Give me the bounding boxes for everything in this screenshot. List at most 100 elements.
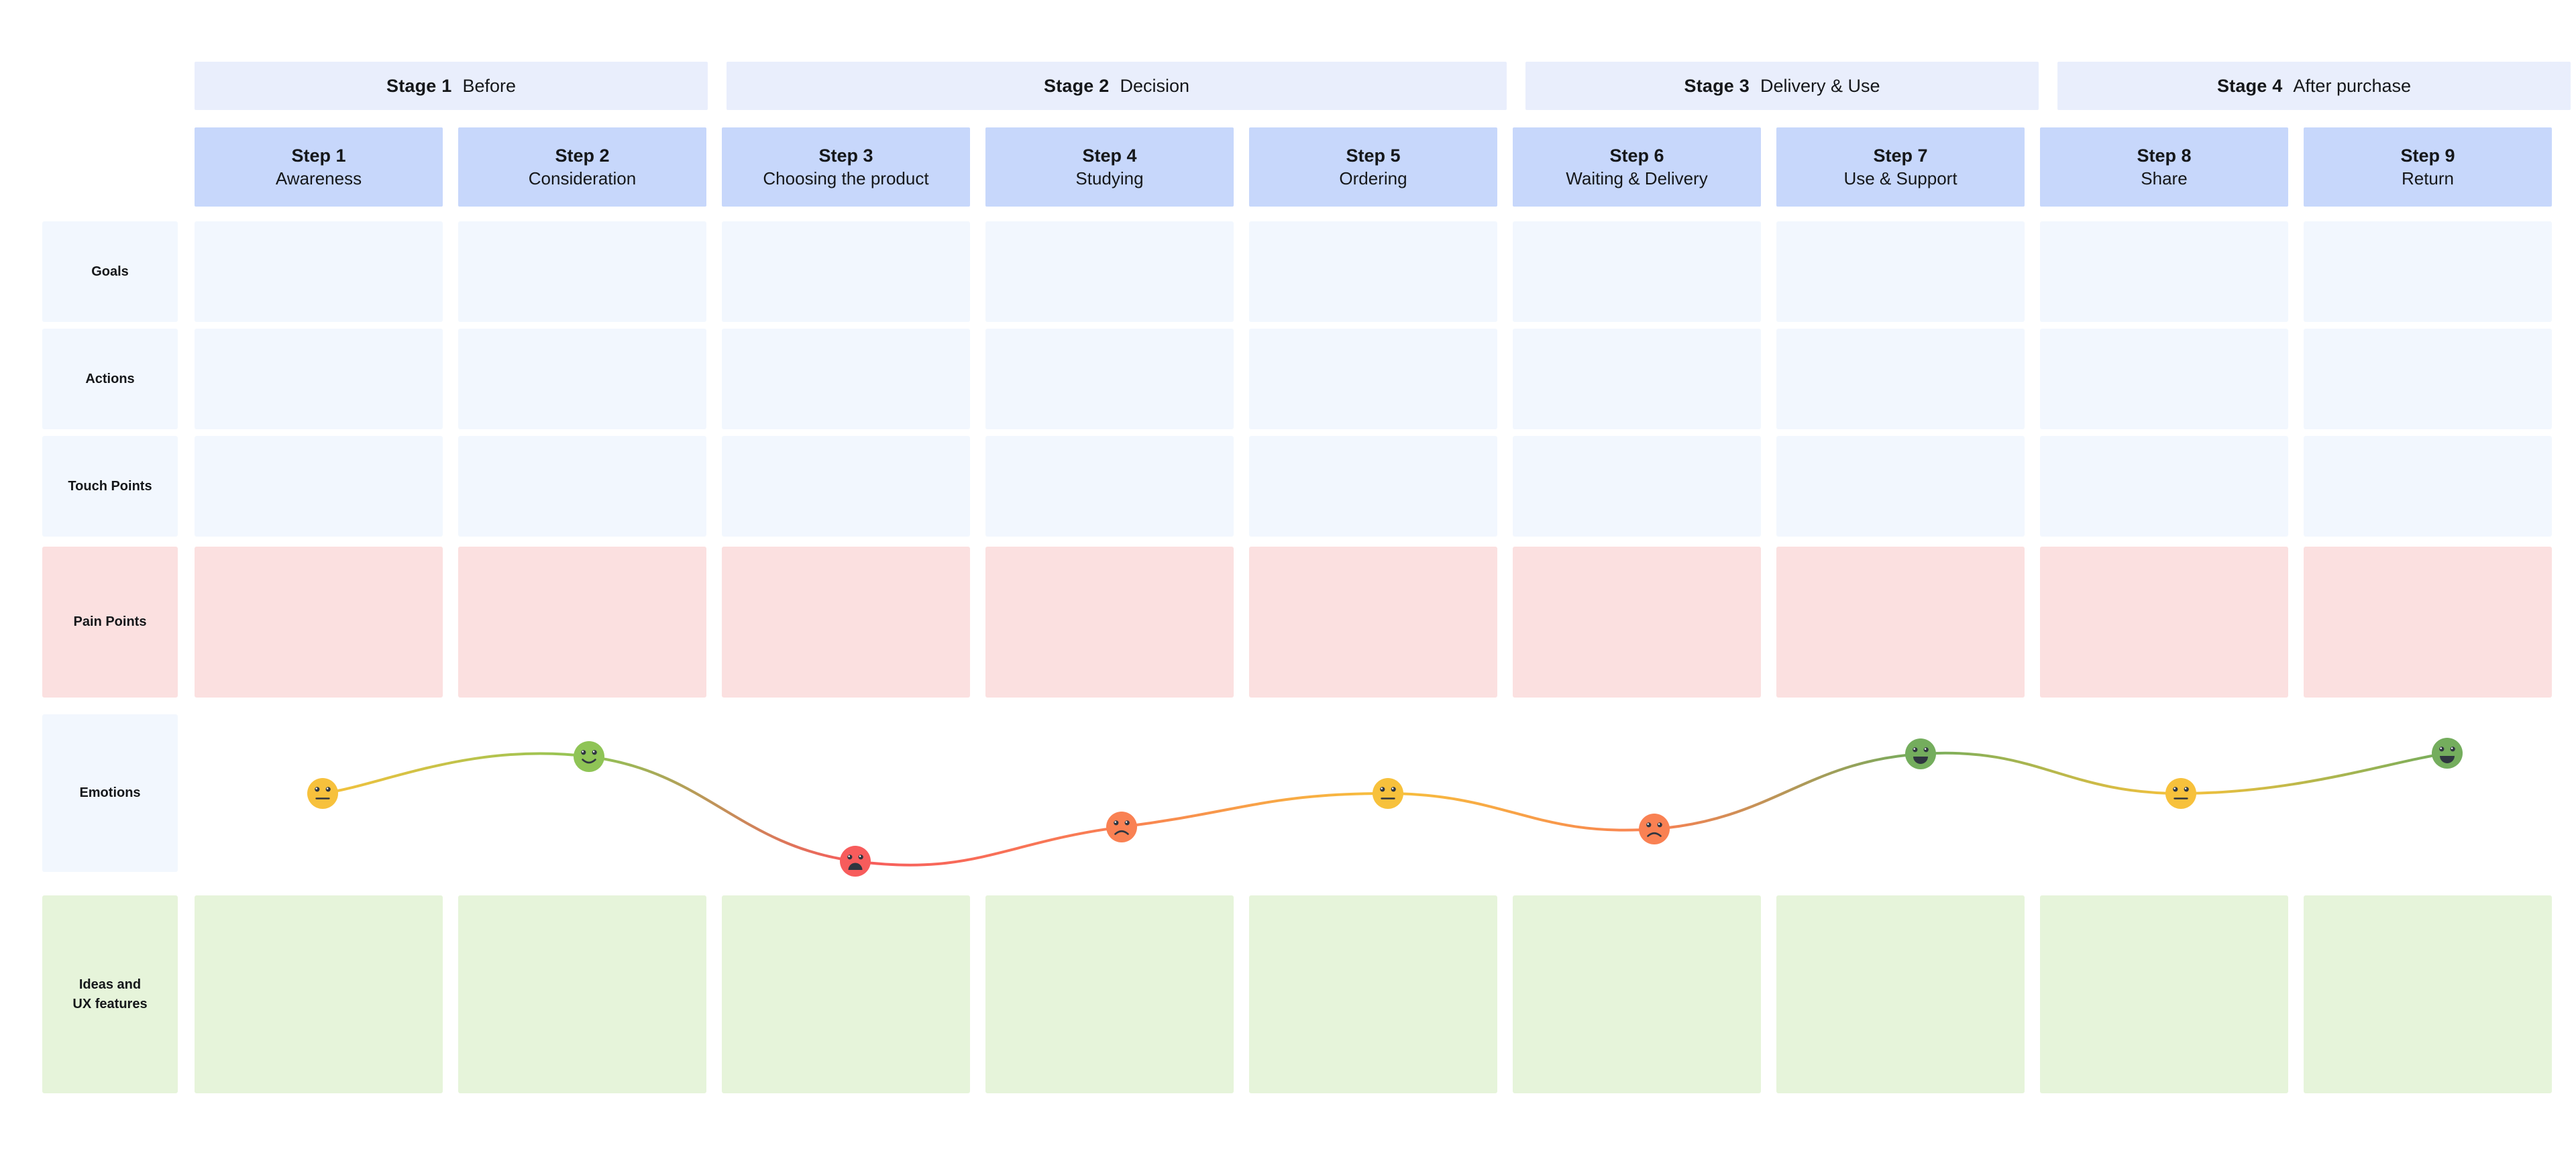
step-header-2[interactable]: Step 2 Consideration [458, 127, 706, 207]
cell-pain-points-step-6[interactable] [1513, 547, 1761, 698]
stage-header-4[interactable]: Stage 4 After purchase [2057, 62, 2571, 110]
cell-touch-points-step-9[interactable] [2304, 436, 2552, 537]
emotion-face-sad-step-4[interactable] [1106, 812, 1137, 842]
cell-goals-step-3[interactable] [722, 221, 970, 322]
row-label-pain-points[interactable]: Pain Points [42, 547, 178, 698]
cell-actions-step-3[interactable] [722, 329, 970, 429]
cell-touch-points-step-8[interactable] [2040, 436, 2288, 537]
cell-pain-points-step-1[interactable] [195, 547, 443, 698]
cell-pain-points-step-4[interactable] [985, 547, 1234, 698]
step-number-label: Step 3 [818, 146, 873, 166]
step-header-4[interactable]: Step 4 Studying [985, 127, 1234, 207]
step-number-label: Step 6 [1609, 146, 1664, 166]
face-eye-highlight [1658, 823, 1660, 825]
cell-touch-points-step-4[interactable] [985, 436, 1234, 537]
face-circle [307, 778, 338, 809]
cell-ideas-and-ux-features-step-5[interactable] [1249, 895, 1497, 1093]
cell-ideas-and-ux-features-step-6[interactable] [1513, 895, 1761, 1093]
step-header-7[interactable]: Step 7 Use & Support [1776, 127, 2025, 207]
stage-header-1[interactable]: Stage 1 Before [195, 62, 708, 110]
step-name-label: Studying [1075, 168, 1144, 188]
face-eye-highlight [1913, 748, 1915, 750]
face-circle [2432, 738, 2463, 769]
stage-header-2[interactable]: Stage 2 Decision [727, 62, 1507, 110]
cell-pain-points-step-5[interactable] [1249, 547, 1497, 698]
cell-ideas-and-ux-features-step-9[interactable] [2304, 895, 2552, 1093]
emotion-curve-segment-1 [321, 752, 590, 795]
cell-actions-step-4[interactable] [985, 329, 1234, 429]
step-name-label: Use & Support [1843, 168, 1957, 188]
cell-touch-points-step-2[interactable] [458, 436, 706, 537]
cell-goals-step-7[interactable] [1776, 221, 2025, 322]
cell-touch-points-step-7[interactable] [1776, 436, 2025, 537]
cell-pain-points-step-3[interactable] [722, 547, 970, 698]
cell-touch-points-step-3[interactable] [722, 436, 970, 537]
stage-header-3[interactable]: Stage 3 Delivery & Use [1525, 62, 2039, 110]
cell-pain-points-step-8[interactable] [2040, 547, 2288, 698]
emotion-face-neutral-step-8[interactable] [2165, 778, 2196, 809]
cell-pain-points-step-7[interactable] [1776, 547, 2025, 698]
row-label-text: Ideas and UX features [72, 977, 148, 1011]
cell-actions-step-8[interactable] [2040, 329, 2288, 429]
step-header-6[interactable]: Step 6 Waiting & Delivery [1513, 127, 1761, 207]
cell-ideas-and-ux-features-step-7[interactable] [1776, 895, 2025, 1093]
step-name-label: Share [2141, 168, 2188, 188]
row-label-goals[interactable]: Goals [42, 221, 178, 322]
step-header-8[interactable]: Step 8 Share [2040, 127, 2288, 207]
step-header-1[interactable]: Step 1 Awareness [195, 127, 443, 207]
cell-pain-points-step-9[interactable] [2304, 547, 2552, 698]
step-header-5[interactable]: Step 5 Ordering [1249, 127, 1497, 207]
cell-pain-points-step-2[interactable] [458, 547, 706, 698]
cell-actions-step-5[interactable] [1249, 329, 1497, 429]
cell-ideas-and-ux-features-step-8[interactable] [2040, 895, 2288, 1093]
face-eye-highlight [315, 787, 317, 789]
face-eye-highlight [1125, 821, 1128, 823]
row-label-touch-points[interactable]: Touch Points [42, 436, 178, 537]
row-label-ideas-and-ux-features[interactable]: Ideas and UX features [42, 895, 178, 1093]
cell-goals-step-8[interactable] [2040, 221, 2288, 322]
step-header-9[interactable]: Step 9 Return [2304, 127, 2552, 207]
cell-ideas-and-ux-features-step-2[interactable] [458, 895, 706, 1093]
cell-touch-points-step-6[interactable] [1513, 436, 1761, 537]
emotion-curve-segment-8 [2180, 752, 2449, 795]
step-name-label: Consideration [528, 168, 637, 188]
emotion-face-very-happy-step-9[interactable] [2432, 738, 2463, 769]
cell-touch-points-step-5[interactable] [1249, 436, 1497, 537]
face-eye-highlight [1381, 787, 1383, 789]
emotion-face-neutral-step-5[interactable] [1373, 778, 1403, 809]
journey-map-board: Stage 1 Before Stage 2 Decision Stage 3 Deliv… [0, 0, 2576, 1159]
cell-goals-step-5[interactable] [1249, 221, 1497, 322]
cell-actions-step-7[interactable] [1776, 329, 2025, 429]
stage-number-label: Stage 4 [2216, 75, 2283, 96]
stage-name-label: Before [462, 75, 516, 96]
cell-actions-step-9[interactable] [2304, 329, 2552, 429]
face-eye-left-icon [2439, 747, 2445, 752]
face-circle [1905, 738, 1936, 769]
cell-goals-step-1[interactable] [195, 221, 443, 322]
cell-ideas-and-ux-features-step-4[interactable] [985, 895, 1234, 1093]
row-label-text: Goals [91, 264, 129, 279]
face-eye-highlight [582, 751, 584, 753]
cell-goals-step-4[interactable] [985, 221, 1234, 322]
step-header-3[interactable]: Step 3 Choosing the product [722, 127, 970, 207]
cell-actions-step-1[interactable] [195, 329, 443, 429]
cell-ideas-and-ux-features-step-1[interactable] [195, 895, 443, 1093]
emotion-face-happy-step-2[interactable] [574, 741, 604, 772]
emotion-face-sad-step-6[interactable] [1639, 814, 1670, 844]
row-label-emotions[interactable]: Emotions [42, 714, 178, 872]
cell-actions-step-2[interactable] [458, 329, 706, 429]
face-eye-right-icon [592, 750, 597, 755]
cell-goals-step-9[interactable] [2304, 221, 2552, 322]
cell-goals-step-2[interactable] [458, 221, 706, 322]
cell-actions-step-6[interactable] [1513, 329, 1761, 429]
emotion-curve-segment-2 [588, 755, 857, 863]
emotion-face-very-sad-step-3[interactable] [840, 846, 871, 877]
emotion-face-very-happy-step-7[interactable] [1905, 738, 1936, 769]
emotion-face-neutral-step-1[interactable] [307, 778, 338, 809]
cell-ideas-and-ux-features-step-3[interactable] [722, 895, 970, 1093]
row-label-actions[interactable]: Actions [42, 329, 178, 429]
face-eye-highlight [2174, 787, 2176, 789]
cell-touch-points-step-1[interactable] [195, 436, 443, 537]
cell-goals-step-6[interactable] [1513, 221, 1761, 322]
row-label-text: Touch Points [68, 478, 152, 494]
